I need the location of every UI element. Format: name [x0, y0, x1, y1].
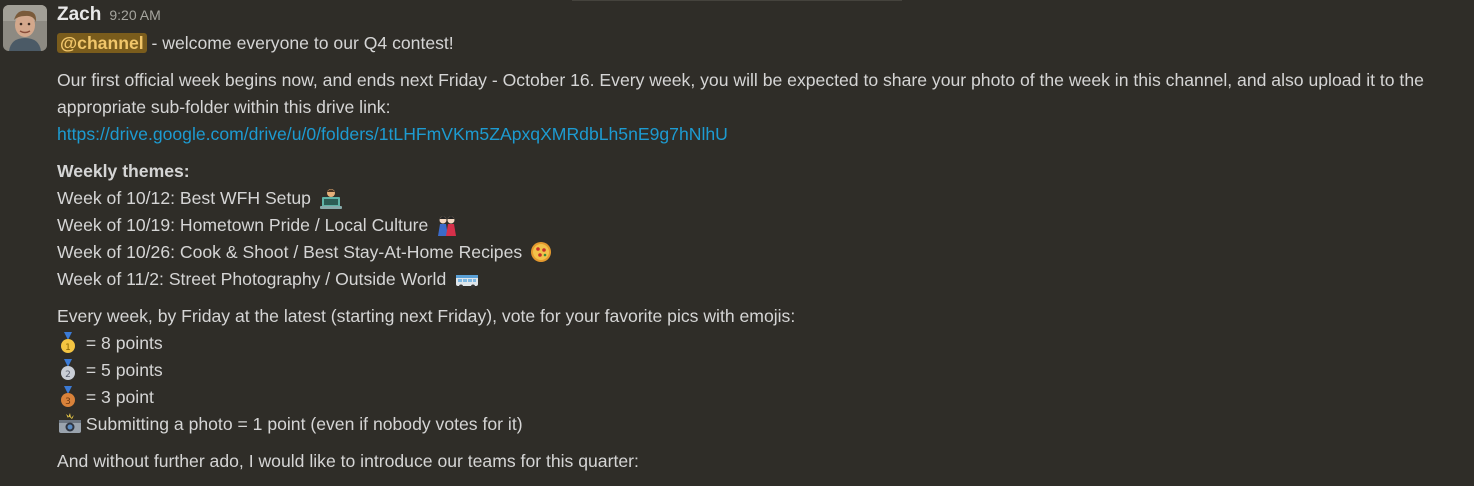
avatar[interactable]	[3, 5, 47, 51]
points-text: = 5 points	[81, 360, 163, 380]
dolls-icon	[436, 214, 458, 236]
theme-text: Week of 10/26: Cook & Shoot / Best Stay-…	[57, 242, 523, 262]
first-place-medal-icon: 1	[57, 332, 79, 354]
points-text: = 8 points	[81, 333, 163, 353]
chat-message: Zach 9:20 AM @channel - welcome everyone…	[0, 0, 1474, 486]
points-text: Submitting a photo = 1 point (even if no…	[81, 414, 523, 434]
intro-text: - welcome everyone to our Q4 contest!	[146, 33, 454, 53]
voting-intro: Every week, by Friday at the latest (sta…	[57, 306, 796, 326]
message-timestamp[interactable]: 9:20 AM	[109, 7, 160, 23]
camera-flash-icon	[57, 413, 81, 435]
teams-intro: And without further ado, I would like to…	[57, 451, 639, 471]
message-header: Zach 9:20 AM	[57, 0, 1472, 30]
drive-link-line: https://drive.google.com/drive/u/0/folde…	[57, 121, 1472, 148]
svg-text:3: 3	[65, 397, 71, 407]
pizza-icon	[530, 241, 552, 263]
theme-text: Week of 10/19: Hometown Pride / Local Cu…	[57, 215, 429, 235]
channel-mention[interactable]: @channel	[57, 33, 147, 53]
bus-icon	[454, 268, 479, 290]
theme-text: Week of 11/2: Street Photography / Outsi…	[57, 269, 447, 289]
second-place-medal-icon: 2	[57, 359, 79, 381]
paragraph-first-week: Our first official week begins now, and …	[57, 70, 1424, 117]
message-content: Zach 9:20 AM @channel - welcome everyone…	[57, 0, 1472, 475]
points-text: = 3 point	[81, 387, 154, 407]
points-item: 3 = 3 point	[57, 384, 1472, 411]
intro-line: @channel - welcome everyone to our Q4 co…	[57, 30, 1472, 57]
theme-text: Week of 10/12: Best WFH Setup	[57, 188, 311, 208]
theme-item: Week of 10/12: Best WFH Setup	[57, 185, 1472, 212]
theme-item: Week of 10/26: Cook & Shoot / Best Stay-…	[57, 239, 1472, 266]
points-item: 1 = 8 points	[57, 330, 1472, 357]
theme-item: Week of 11/2: Street Photography / Outsi…	[57, 266, 1472, 293]
technologist-icon	[319, 187, 342, 209]
svg-text:1: 1	[65, 343, 71, 353]
themes-heading: Weekly themes:	[57, 161, 190, 181]
points-item: 2 = 5 points	[57, 357, 1472, 384]
drive-link[interactable]: https://drive.google.com/drive/u/0/folde…	[57, 124, 728, 144]
svg-text:2: 2	[65, 370, 71, 380]
points-item: Submitting a photo = 1 point (even if no…	[57, 411, 1472, 438]
third-place-medal-icon: 3	[57, 386, 79, 408]
author-name[interactable]: Zach	[57, 4, 101, 26]
theme-item: Week of 10/19: Hometown Pride / Local Cu…	[57, 212, 1472, 239]
